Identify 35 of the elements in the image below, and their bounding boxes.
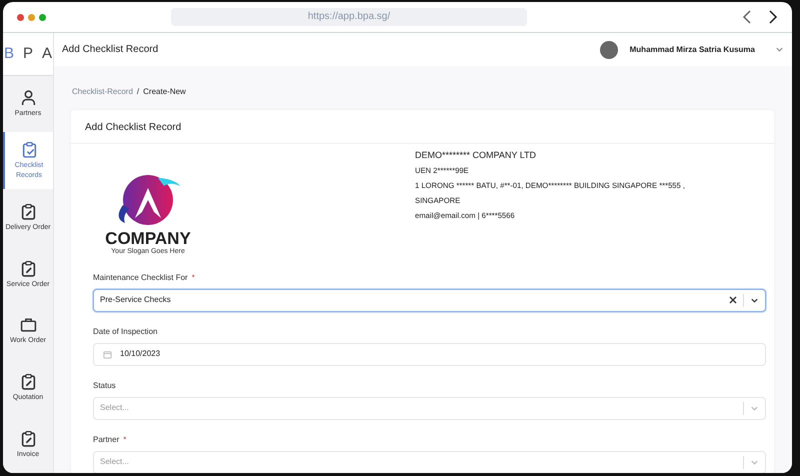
breadcrumb-link[interactable]: Checklist-Record [72, 86, 133, 98]
clipboard-check-icon [20, 141, 38, 158]
clipboard-pencil-icon [20, 260, 36, 277]
field-label: Maintenance Checklist For * [93, 272, 196, 284]
user-name[interactable]: Muhammad Mirza Satria Kusuma [630, 44, 755, 56]
required-asterisk: * [192, 272, 195, 282]
card-title: Add Checklist Record [71, 110, 774, 144]
company-info-line: DEMO******** COMPANY LTD [415, 149, 538, 162]
company-logo-name: COMPANY [105, 230, 191, 247]
date-field[interactable]: 10/10/2023 [93, 342, 766, 366]
window-control-dot[interactable] [39, 14, 46, 20]
field-label: Partner * [93, 434, 128, 446]
select-field[interactable]: Pre-Service Checks [93, 288, 766, 312]
breadcrumb-separator: / [136, 86, 140, 98]
chevron-down-icon [775, 45, 784, 54]
clear-icon [729, 296, 737, 304]
window-control-dot[interactable] [28, 14, 35, 20]
logo-letter: A [42, 44, 52, 64]
window-control-dot[interactable] [17, 14, 24, 20]
field-label: Status [93, 380, 117, 392]
back-icon [742, 10, 752, 24]
field-label: Date of Inspection [93, 326, 158, 338]
page-title: Add Checklist Record [62, 43, 158, 57]
calendar-icon [103, 350, 112, 358]
avatar[interactable] [600, 40, 618, 58]
logo-letter: B [4, 44, 14, 64]
clipboard-pencil-icon [20, 373, 36, 390]
clipboard-pencil-icon [20, 430, 36, 447]
briefcase-icon [20, 316, 36, 334]
clipboard-pencil-icon [20, 202, 36, 220]
breadcrumb-current: Create-New [143, 86, 186, 98]
forward-icon [768, 10, 778, 24]
logo-letter: P [22, 44, 33, 64]
required-asterisk: * [123, 434, 126, 444]
person-icon [20, 89, 36, 106]
